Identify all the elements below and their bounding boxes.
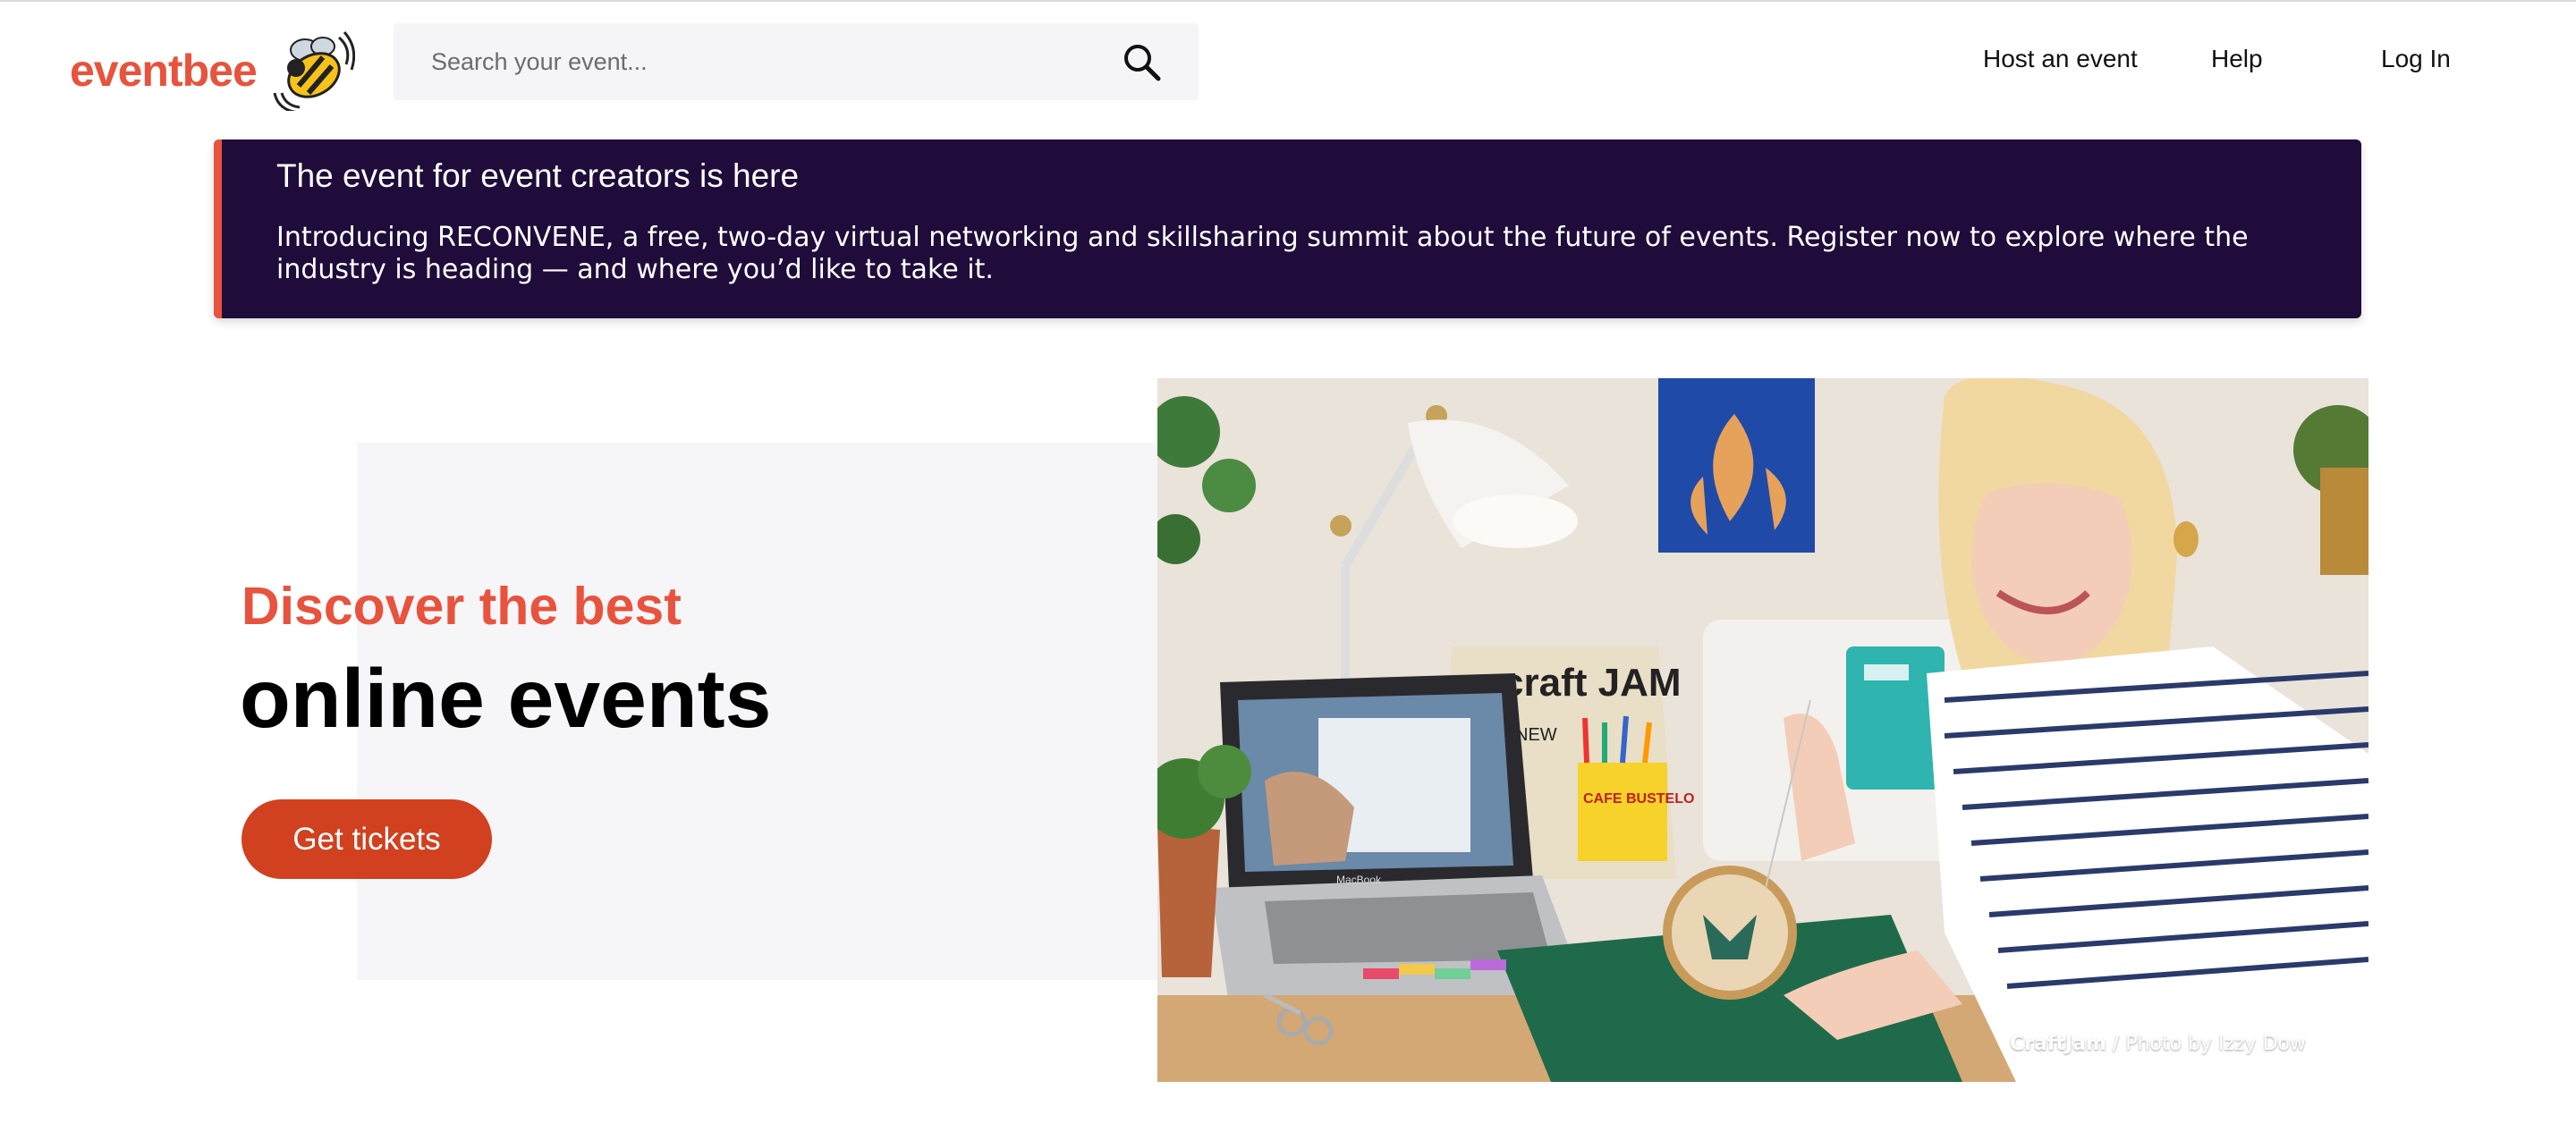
hero-photo: craft JAM NEW CAFE BUSTELO MacBook Craft…: [1157, 378, 2368, 1082]
hero-title: online events: [240, 652, 772, 745]
bee-icon: [273, 31, 355, 111]
search-input[interactable]: [429, 46, 1120, 77]
banner-title: The event for event creators is here: [276, 157, 800, 194]
can-text: CAFE BUSTELO: [1583, 791, 1694, 807]
nav-login[interactable]: Log In: [2381, 45, 2451, 73]
logo-text: eventbee: [70, 46, 258, 96]
announcement-banner[interactable]: The event for event creators is here Int…: [214, 139, 2361, 318]
search-box: [394, 23, 1199, 100]
photo-credit-separator: /: [2106, 1033, 2126, 1055]
logo-link[interactable]: eventbee: [70, 30, 355, 111]
get-tickets-button[interactable]: Get tickets: [242, 799, 492, 879]
photo-credit: CraftJam / Photo by Izzy Dow: [2010, 1033, 2306, 1055]
hero-photo-illustration: craft JAM NEW CAFE BUSTELO MacBook: [1157, 378, 2368, 1082]
top-border: [0, 0, 2576, 2]
photo-credit-text: Photo by Izzy Dow: [2125, 1033, 2306, 1055]
banner-accent-stripe: [214, 139, 222, 318]
bag-text: craft JAM: [1502, 661, 1682, 705]
nav-host-event[interactable]: Host an event: [1983, 45, 2138, 73]
nav-help[interactable]: Help: [2211, 45, 2263, 73]
laptop-label: MacBook: [1336, 874, 1382, 886]
banner-body: Introducing RECONVENE, a free, two-day v…: [276, 222, 2249, 285]
photo-credit-brand: CraftJam: [2009, 1033, 2106, 1055]
hero-subtitle: Discover the best: [242, 577, 682, 636]
search-icon[interactable]: [1120, 40, 1163, 83]
bag-sub-text: NEW: [1515, 725, 1557, 745]
